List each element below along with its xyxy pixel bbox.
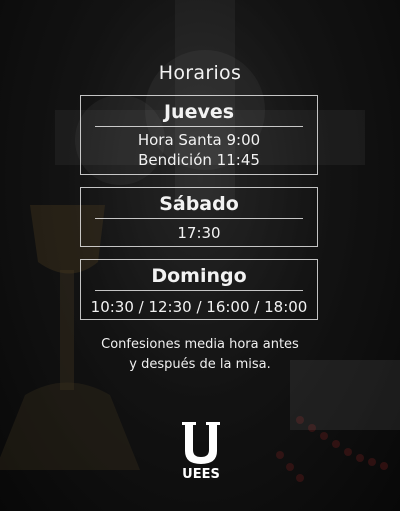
schedule-box-sunday: Domingo 10:30 / 12:30 / 16:00 / 18:00 [80, 259, 318, 320]
schedule-box-saturday: Sábado 17:30 [80, 187, 318, 247]
day-heading: Sábado [95, 193, 303, 219]
page-title: Horarios [158, 62, 242, 84]
day-heading: Jueves [95, 101, 303, 127]
confession-note: Confesiones media hora antes y después d… [0, 335, 400, 375]
schedule-box-thursday: Jueves Hora Santa 9:00 Bendición 11:45 [80, 95, 318, 175]
schedule-line: 17:30 [177, 224, 221, 242]
schedule-line: Hora Santa 9:00 [137, 131, 261, 149]
logo-u-icon: UEES [182, 422, 220, 482]
day-heading: Domingo [95, 265, 303, 291]
schedule-poster: Horarios Jueves Hora Santa 9:00 Bendició… [0, 0, 400, 511]
schedule-line: Bendición 11:45 [138, 151, 260, 169]
note-line: Confesiones media hora antes [101, 337, 299, 352]
uees-logo: UEES [173, 420, 229, 482]
note-line: y después de la misa. [129, 357, 271, 372]
schedule-line: 10:30 / 12:30 / 16:00 / 18:00 [90, 298, 308, 316]
logo-text: UEES [182, 467, 220, 480]
